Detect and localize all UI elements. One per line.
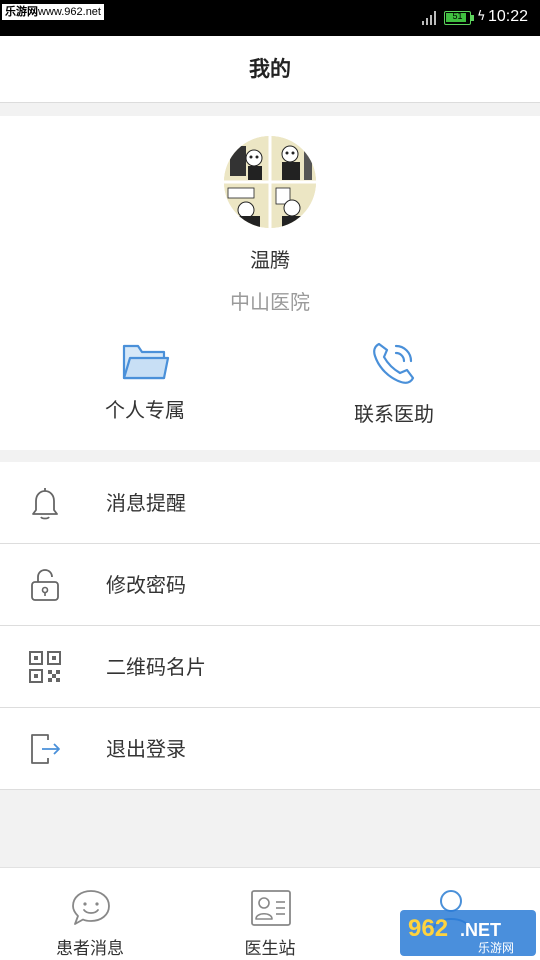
menu-label: 修改密码 [106, 573, 186, 597]
nav-label: 医生站 [244, 939, 296, 959]
menu-label: 消息提醒 [106, 491, 186, 515]
personal-exclusive-label: 个人专属 [105, 398, 185, 422]
tab-doctor-station[interactable]: 医生站 [180, 868, 360, 960]
menu-item-change-password[interactable]: 修改密码 [0, 544, 540, 626]
status-bar: 乐游网www.962.net 51 ϟ 10:22 [0, 0, 540, 36]
folder-icon [122, 344, 170, 380]
avatar[interactable] [224, 136, 316, 228]
battery-level: 51 [452, 11, 463, 21]
menu-item-qr-card[interactable]: 二维码名片 [0, 626, 540, 708]
app-header: 我的 [0, 36, 540, 103]
menu-label: 二维码名片 [106, 655, 206, 679]
logout-icon [31, 734, 60, 764]
qr-code-icon [29, 651, 61, 683]
charging-icon: ϟ [477, 9, 486, 24]
signal-icon [422, 11, 436, 25]
battery-icon: 51 [444, 11, 474, 25]
avatar-comic-image [224, 136, 316, 228]
nav-label: 患者消息 [56, 939, 124, 959]
page-title: 我的 [249, 57, 291, 81]
svg-text:乐游网: 乐游网 [478, 941, 514, 955]
bell-icon [32, 488, 58, 520]
personal-exclusive-button[interactable]: 个人专属 [55, 338, 235, 433]
profile-card: 温腾 中山医院 个人专属 联系医助 [0, 116, 540, 450]
lock-icon [31, 569, 59, 601]
watermark-badge: 乐游网www.962.net [2, 4, 104, 20]
menu-item-logout[interactable]: 退出登录 [0, 708, 540, 790]
menu-label: 退出登录 [106, 737, 186, 761]
phone-icon [373, 342, 415, 384]
tab-patient-messages[interactable]: 患者消息 [0, 868, 180, 960]
svg-text:.NET: .NET [460, 920, 501, 940]
contact-assistant-button[interactable]: 联系医助 [304, 338, 484, 433]
settings-menu: 消息提醒 修改密码 二维码名片 退出登录 [0, 462, 540, 790]
user-name: 温腾 [250, 248, 290, 272]
clock: 10:22 [488, 8, 529, 25]
id-card-icon [251, 890, 291, 926]
chat-bubble-icon [72, 890, 110, 925]
watermark-logo: 962 .NET 乐游网 [400, 910, 536, 956]
svg-text:962: 962 [408, 915, 448, 942]
menu-item-notifications[interactable]: 消息提醒 [0, 462, 540, 544]
contact-assistant-label: 联系医助 [354, 402, 434, 426]
hospital-name: 中山医院 [230, 290, 310, 314]
